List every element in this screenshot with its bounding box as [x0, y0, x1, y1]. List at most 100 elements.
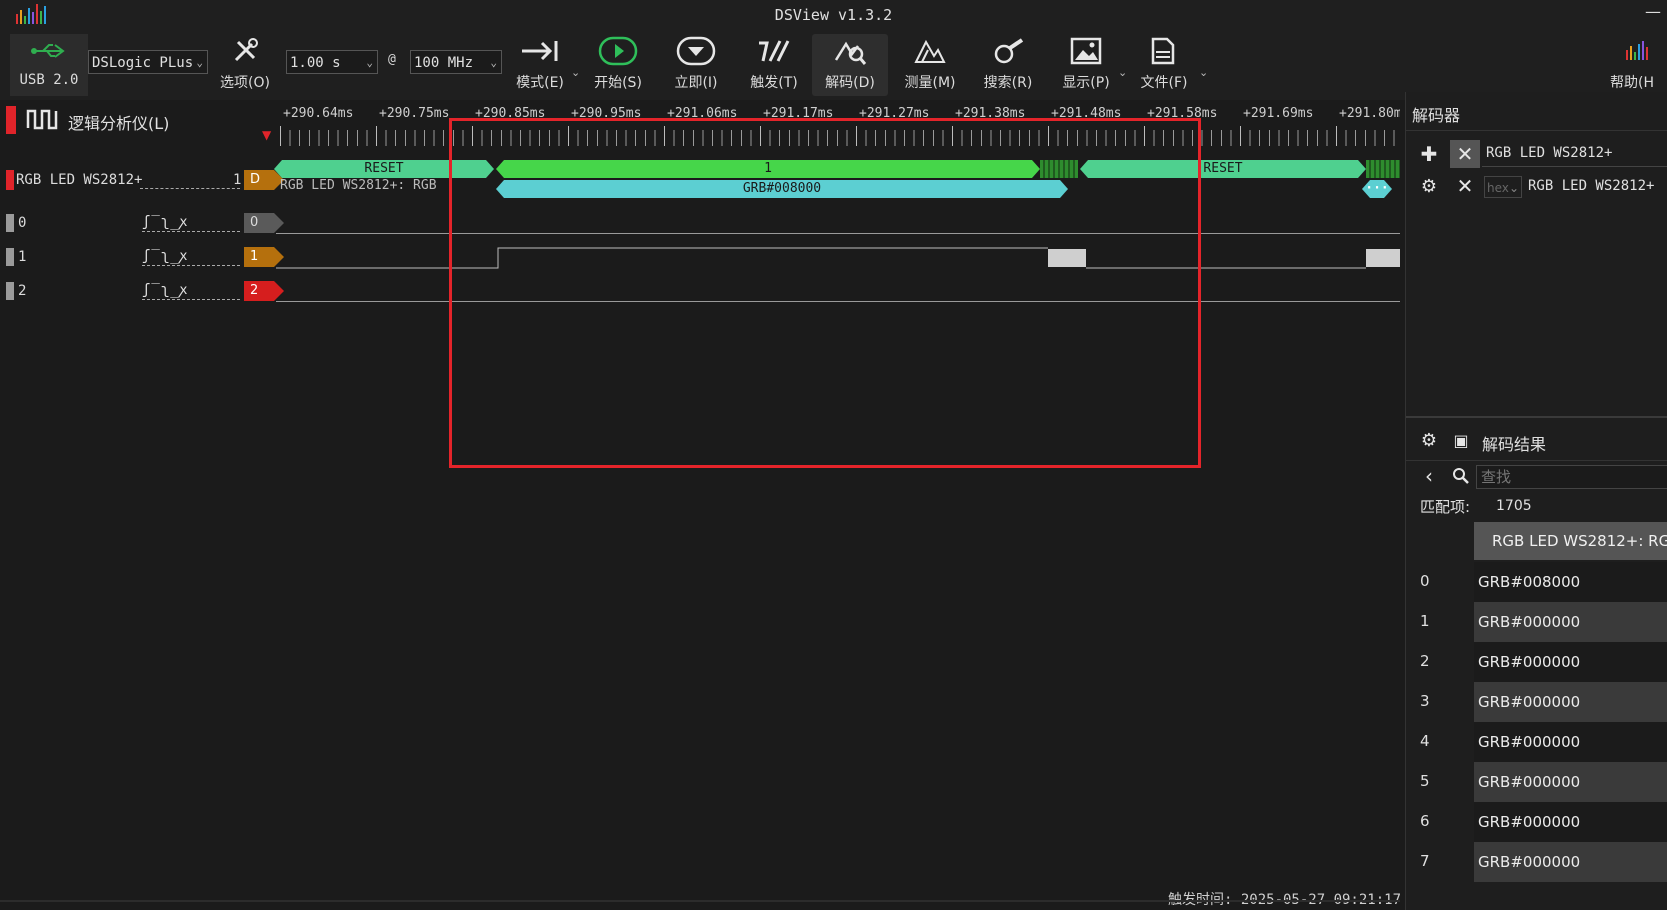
- panel-title: 解码器: [1412, 106, 1461, 125]
- start-label: 开始(S): [594, 75, 642, 91]
- trigger-options[interactable]: ʃ‾ʅ_ꭗ: [142, 212, 240, 232]
- add-decoder-button[interactable]: ✚: [1414, 140, 1444, 168]
- logic-wave-icon: [26, 109, 58, 130]
- horizontal-scrollbar[interactable]: [0, 900, 1400, 902]
- decode-icon: [812, 34, 888, 68]
- chevron-down-icon: ⌄: [490, 56, 497, 69]
- toolbar: USB 2.0 DSLogic PLus ⌄ 选项(O) 1.00 s ⌄ @ 10…: [0, 30, 1667, 100]
- table-row[interactable]: 1 GRB#000000: [1406, 602, 1667, 642]
- tick-label: +290.64ms: [283, 106, 354, 121]
- usb-icon: [10, 34, 88, 68]
- minimize-button[interactable]: —: [1645, 2, 1661, 21]
- format-select[interactable]: hex ⌄: [1484, 176, 1522, 198]
- channel-badge-text: 2: [250, 283, 259, 298]
- channel-badge[interactable]: 2: [244, 281, 284, 301]
- chevron-down-icon[interactable]: ⌄: [1118, 66, 1127, 79]
- results-options-button[interactable]: ⚙: [1414, 426, 1444, 454]
- channel-label[interactable]: 1: [18, 249, 26, 265]
- search-label: 搜索(R): [983, 75, 1033, 91]
- measure-button[interactable]: 测量(M): [898, 34, 962, 96]
- trigger-options[interactable]: ʃ‾ʅ_ꭗ: [142, 280, 240, 300]
- table-row[interactable]: 0 GRB#008000: [1406, 562, 1667, 602]
- table-row[interactable]: 7 GRB#000000: [1406, 842, 1667, 882]
- instant-icon: [664, 34, 728, 68]
- back-button[interactable]: ‹: [1414, 462, 1444, 490]
- mode-arrow-icon: [508, 34, 572, 68]
- device-select[interactable]: DSLogic PLus ⌄: [88, 50, 208, 74]
- window-title: DSView v1.3.2: [774, 6, 893, 24]
- search-button[interactable]: 搜索(R): [976, 34, 1040, 96]
- search-input[interactable]: [1476, 465, 1667, 489]
- decoder-name[interactable]: RGB LED WS2812+: [16, 172, 142, 188]
- chevron-left-icon: ‹: [1425, 464, 1433, 488]
- duration-select[interactable]: 1.00 s ⌄: [286, 50, 378, 74]
- decode-button[interactable]: 解码(D): [812, 34, 888, 96]
- decoder-badge[interactable]: D: [244, 170, 284, 190]
- instant-button[interactable]: 立即(I): [664, 34, 728, 96]
- row-index: 5: [1420, 772, 1430, 790]
- channel-marker: [6, 214, 14, 232]
- decoder-options-button[interactable]: ⚙: [1414, 172, 1444, 200]
- row-value: GRB#000000: [1474, 602, 1667, 642]
- play-icon: [586, 34, 650, 68]
- decoder-dashline: [140, 188, 240, 189]
- decoder-sub-label: RGB LED WS2812+: RGB: [280, 178, 437, 193]
- trigger-button[interactable]: 触发(T): [742, 34, 806, 96]
- delete-decoder-button[interactable]: ✕: [1450, 172, 1480, 200]
- decoder-marker: [6, 170, 14, 190]
- duration-value: 1.00 s: [290, 55, 341, 71]
- mode-label: 模式(E): [516, 75, 564, 91]
- results-column-header[interactable]: RGB LED WS2812+: RGB: [1474, 522, 1667, 560]
- save-icon: ▣: [1453, 430, 1469, 450]
- tick-label: +290.75ms: [379, 106, 450, 121]
- chevron-down-icon[interactable]: ⌄: [1199, 66, 1208, 79]
- display-button[interactable]: 显示(P): [1054, 34, 1118, 96]
- settings-icon: ⚙: [1420, 175, 1438, 197]
- close-icon: ✕: [1456, 142, 1474, 166]
- channel-marker: [6, 282, 14, 300]
- rgb-segment-more[interactable]: ···: [1362, 180, 1392, 198]
- divider: [1406, 130, 1667, 131]
- row-value: GRB#000000: [1474, 642, 1667, 682]
- table-row[interactable]: 4 GRB#000000: [1406, 722, 1667, 762]
- start-button[interactable]: 开始(S): [586, 34, 650, 96]
- row-index: 1: [1420, 612, 1430, 630]
- row-index: 7: [1420, 852, 1430, 870]
- help-button[interactable]: 帮助(H: [1610, 34, 1667, 96]
- results-title: 解码结果: [1482, 435, 1547, 454]
- mode-button[interactable]: 模式(E): [508, 34, 572, 96]
- row-value: GRB#000000: [1474, 802, 1667, 842]
- help-logo-icon: [1610, 34, 1667, 68]
- channel-label[interactable]: 0: [18, 215, 26, 231]
- decoder-num: 1: [233, 172, 242, 188]
- channel-label[interactable]: 2: [18, 283, 26, 299]
- table-row[interactable]: 2 GRB#000000: [1406, 642, 1667, 682]
- group-marker: [6, 106, 16, 134]
- table-row[interactable]: 5 GRB#000000: [1406, 762, 1667, 802]
- group-label[interactable]: 逻辑分析仪(L): [68, 110, 169, 134]
- decoder-select[interactable]: RGB LED WS2812+: [1486, 145, 1612, 161]
- device-value: DSLogic PLus: [92, 55, 194, 71]
- channel-badge[interactable]: 0: [244, 213, 284, 233]
- dense-bits-2: [1366, 160, 1400, 178]
- channel-badge[interactable]: 1: [244, 247, 284, 267]
- instant-label: 立即(I): [674, 75, 718, 91]
- usb-button[interactable]: USB 2.0: [10, 34, 88, 96]
- table-row[interactable]: 6 GRB#000000: [1406, 802, 1667, 842]
- options-button[interactable]: 选项(O): [215, 34, 275, 96]
- row-index: 2: [1420, 652, 1430, 670]
- search-button[interactable]: [1446, 462, 1476, 490]
- chevron-down-icon: ⌄: [366, 56, 373, 69]
- table-row[interactable]: 3 GRB#000000: [1406, 682, 1667, 722]
- decoder-badge-text: D: [250, 172, 261, 187]
- decoder-panel: 解码器 ✚ ✕ RGB LED WS2812+ ⚙ ✕ hex ⌄ RGB LED…: [1405, 92, 1667, 910]
- remove-all-button[interactable]: ✕: [1450, 140, 1480, 168]
- samplerate-select[interactable]: 100 MHz ⌄: [410, 50, 502, 74]
- splitter[interactable]: [1406, 416, 1667, 418]
- save-button[interactable]: ▣: [1446, 426, 1476, 454]
- usb-label: USB 2.0: [19, 72, 79, 88]
- image-icon: [1054, 34, 1118, 68]
- file-button[interactable]: 文件(F): [1132, 34, 1196, 96]
- chevron-down-icon[interactable]: ⌄: [571, 66, 580, 79]
- trigger-options[interactable]: ʃ‾ʅ_ꭗ: [142, 246, 240, 266]
